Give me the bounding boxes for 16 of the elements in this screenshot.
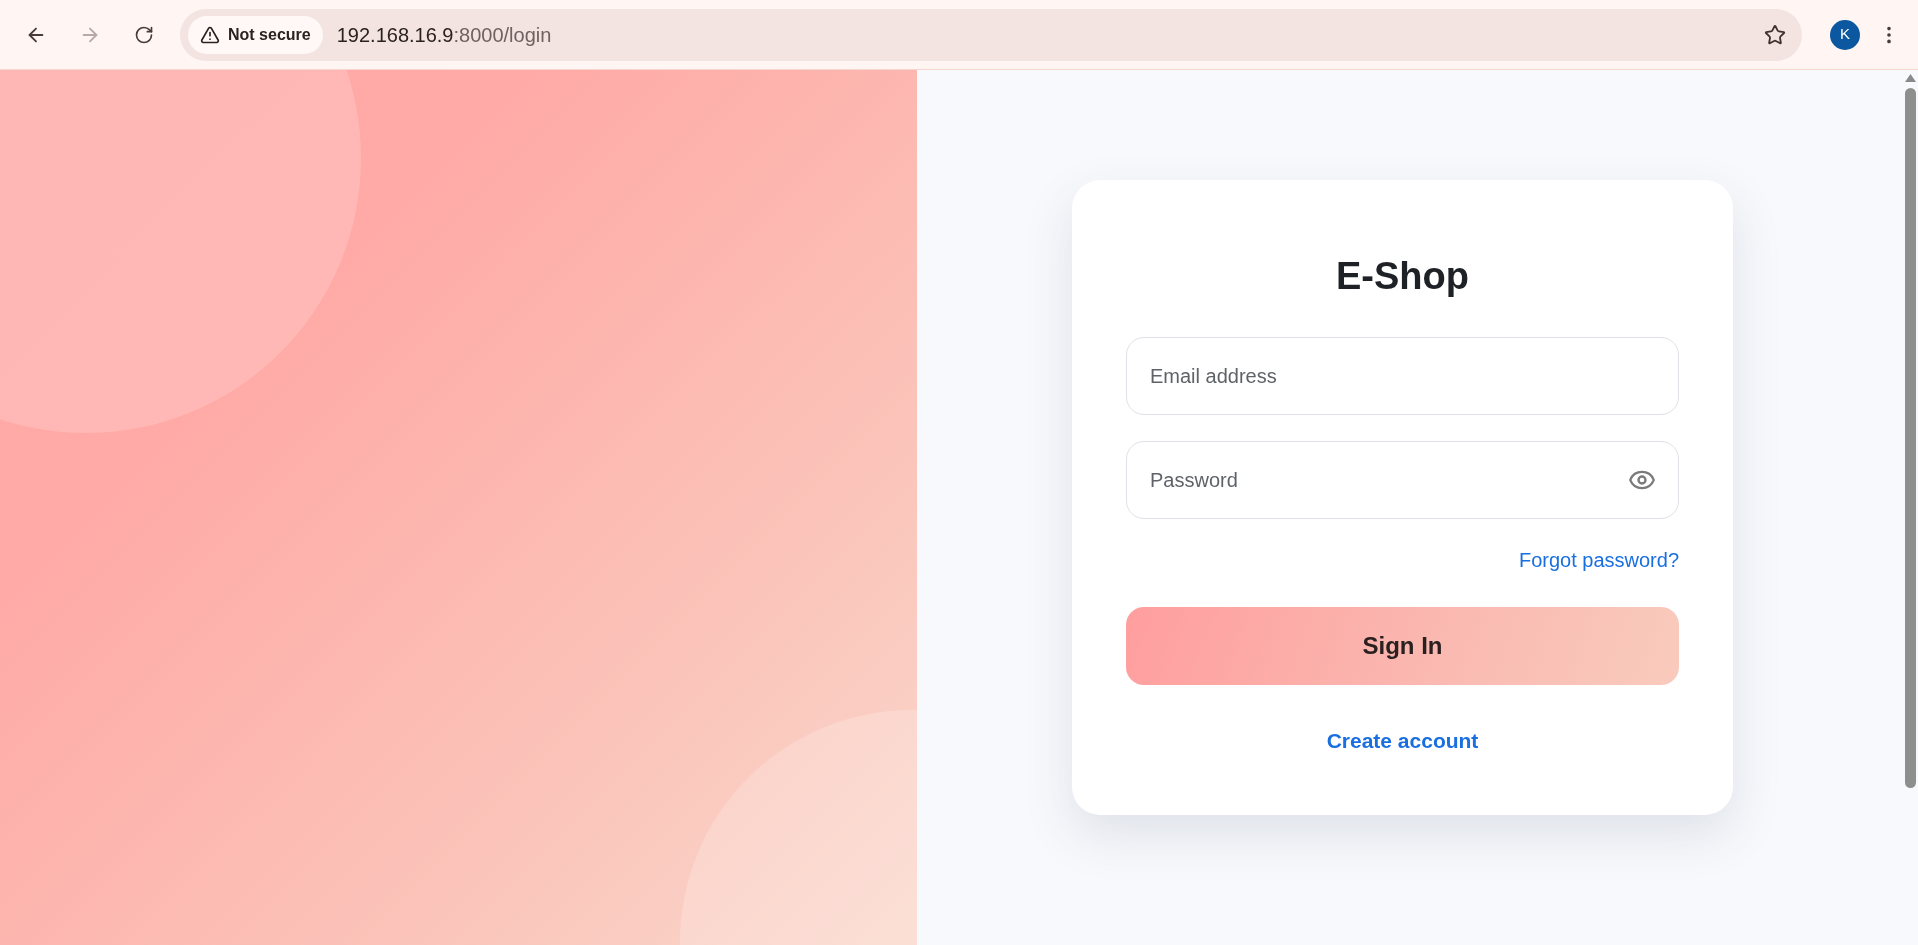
scrollbar-thumb[interactable]	[1905, 88, 1916, 788]
scroll-up-icon[interactable]	[1905, 74, 1916, 82]
forgot-password-link[interactable]: Forgot password?	[1518, 545, 1679, 575]
warning-icon	[200, 24, 220, 45]
create-account-link[interactable]: Create account	[1326, 725, 1479, 757]
password-field[interactable]: Password	[1126, 441, 1679, 519]
email-field[interactable]: Email address	[1126, 337, 1679, 415]
address-bar[interactable]: Not secure 192.168.16.9:8000/login	[180, 8, 1802, 61]
security-chip[interactable]: Not secure	[188, 15, 323, 54]
sign-in-button[interactable]: Sign In	[1126, 607, 1679, 685]
url-host: 192.168.16.9	[336, 22, 454, 48]
reload-icon	[134, 24, 154, 45]
url-path: :8000/login	[453, 22, 552, 48]
card-title: E-Shop	[1335, 254, 1470, 299]
bookmark-star-icon[interactable]	[1764, 23, 1786, 46]
profile-avatar[interactable]: K	[1830, 19, 1860, 50]
